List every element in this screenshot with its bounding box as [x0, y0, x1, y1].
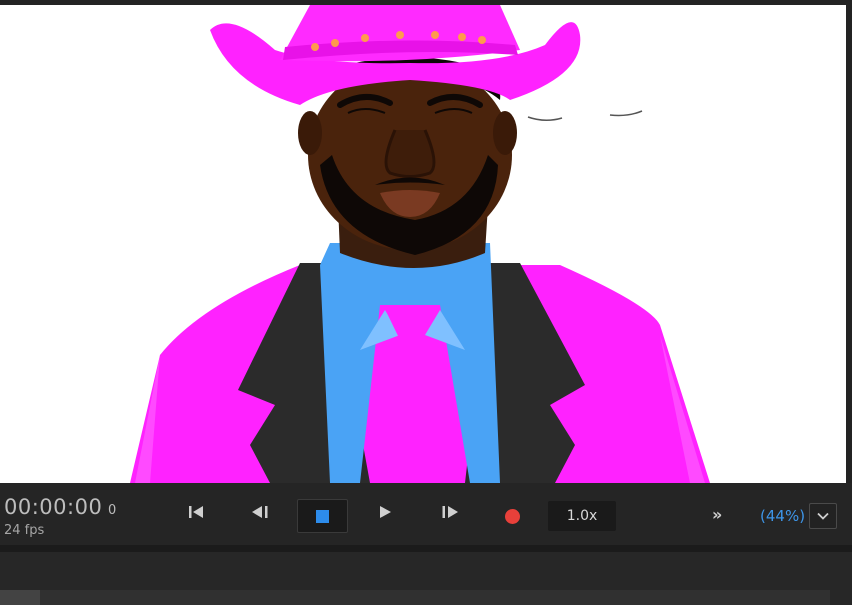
- step-back-icon: [252, 506, 268, 518]
- more-controls-button[interactable]: »: [712, 505, 722, 524]
- stop-icon: [316, 509, 329, 523]
- scrollbar-thumb[interactable]: [0, 590, 40, 605]
- playback-speed[interactable]: 1.0x: [548, 501, 616, 531]
- skip-to-start-icon: [189, 506, 203, 518]
- frame-number: 0: [108, 503, 117, 518]
- stop-button[interactable]: [297, 499, 348, 533]
- character-illustration: [130, 5, 710, 483]
- zoom-dropdown-button[interactable]: [809, 503, 837, 529]
- zoom-level[interactable]: (44%): [760, 507, 805, 525]
- stage-area: [0, 0, 852, 483]
- stage-canvas[interactable]: [0, 5, 846, 483]
- timeline-panel: [0, 552, 852, 605]
- play-icon: [380, 506, 391, 518]
- timecode[interactable]: 00:00:00: [4, 495, 102, 519]
- chevron-down-icon: [817, 512, 829, 520]
- transport-bar: 00:00:00 0 24 fps 1.0x » (44%): [0, 483, 852, 545]
- step-back-button[interactable]: [247, 499, 273, 525]
- step-forward-icon: [442, 506, 458, 518]
- skip-to-start-button[interactable]: [183, 499, 209, 525]
- horizontal-scrollbar[interactable]: [0, 590, 830, 605]
- fps-label: 24 fps: [4, 523, 45, 538]
- panel-divider: [0, 545, 852, 552]
- record-button[interactable]: [505, 509, 520, 524]
- step-forward-button[interactable]: [437, 499, 463, 525]
- play-button[interactable]: [372, 499, 398, 525]
